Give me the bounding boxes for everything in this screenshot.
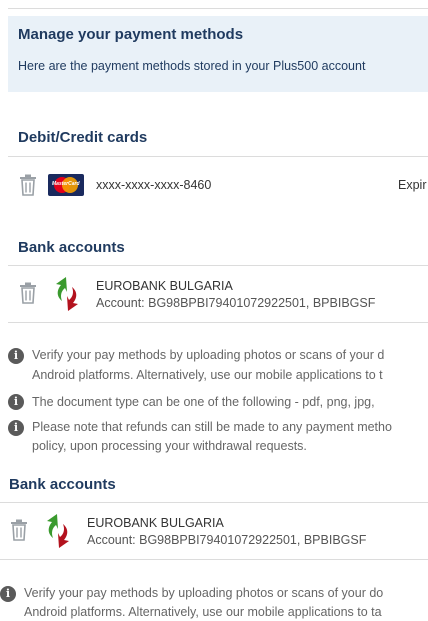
bank-name: EUROBANK BULGARIA (96, 279, 233, 293)
card-number: xxxx-xxxx-xxxx-8460 (96, 178, 212, 192)
bank-transfer-icon (47, 514, 69, 548)
info-text: Please note that refunds can still be ma… (32, 420, 392, 434)
bank-account-number: Account: BG98BPBI79401072922501, BPBIBGS… (96, 296, 376, 310)
divider (8, 322, 428, 323)
bank-section-title: Bank accounts (18, 239, 125, 256)
payment-methods-header: Manage your payment methods Here are the… (8, 16, 428, 92)
page-subtitle: Here are the payment methods stored in y… (18, 59, 366, 73)
card-expiry-label: Expir (398, 178, 427, 192)
divider (0, 559, 428, 560)
info-icon: i (8, 394, 24, 410)
top-divider (8, 8, 428, 9)
info-icon: i (0, 586, 16, 602)
info-text: Verify your pay methods by uploading pho… (24, 586, 384, 600)
trash-icon[interactable] (19, 174, 37, 196)
info-text: The document type can be one of the foll… (32, 395, 375, 409)
mastercard-icon: MasterCard (48, 174, 84, 196)
cards-section-title: Debit/Credit cards (18, 129, 148, 146)
bank-section-title: Bank accounts (9, 476, 116, 493)
info-icon: i (8, 348, 24, 364)
divider (0, 502, 428, 503)
info-text: Verify your pay methods by uploading pho… (32, 348, 385, 362)
trash-icon[interactable] (19, 282, 37, 304)
info-text: Android platforms. Alternatively, use ou… (24, 605, 382, 619)
bank-transfer-icon (56, 277, 78, 311)
trash-icon[interactable] (10, 519, 28, 541)
info-text: policy, upon processing your withdrawal … (32, 439, 307, 453)
bank-account-number: Account: BG98BPBI79401072922501, BPBIBGS… (87, 533, 367, 547)
info-text: Android platforms. Alternatively, use ou… (32, 368, 383, 382)
page-title: Manage your payment methods (18, 26, 244, 43)
divider (8, 265, 428, 266)
bank-name: EUROBANK BULGARIA (87, 516, 224, 530)
divider (8, 156, 428, 157)
info-icon: i (8, 420, 24, 436)
